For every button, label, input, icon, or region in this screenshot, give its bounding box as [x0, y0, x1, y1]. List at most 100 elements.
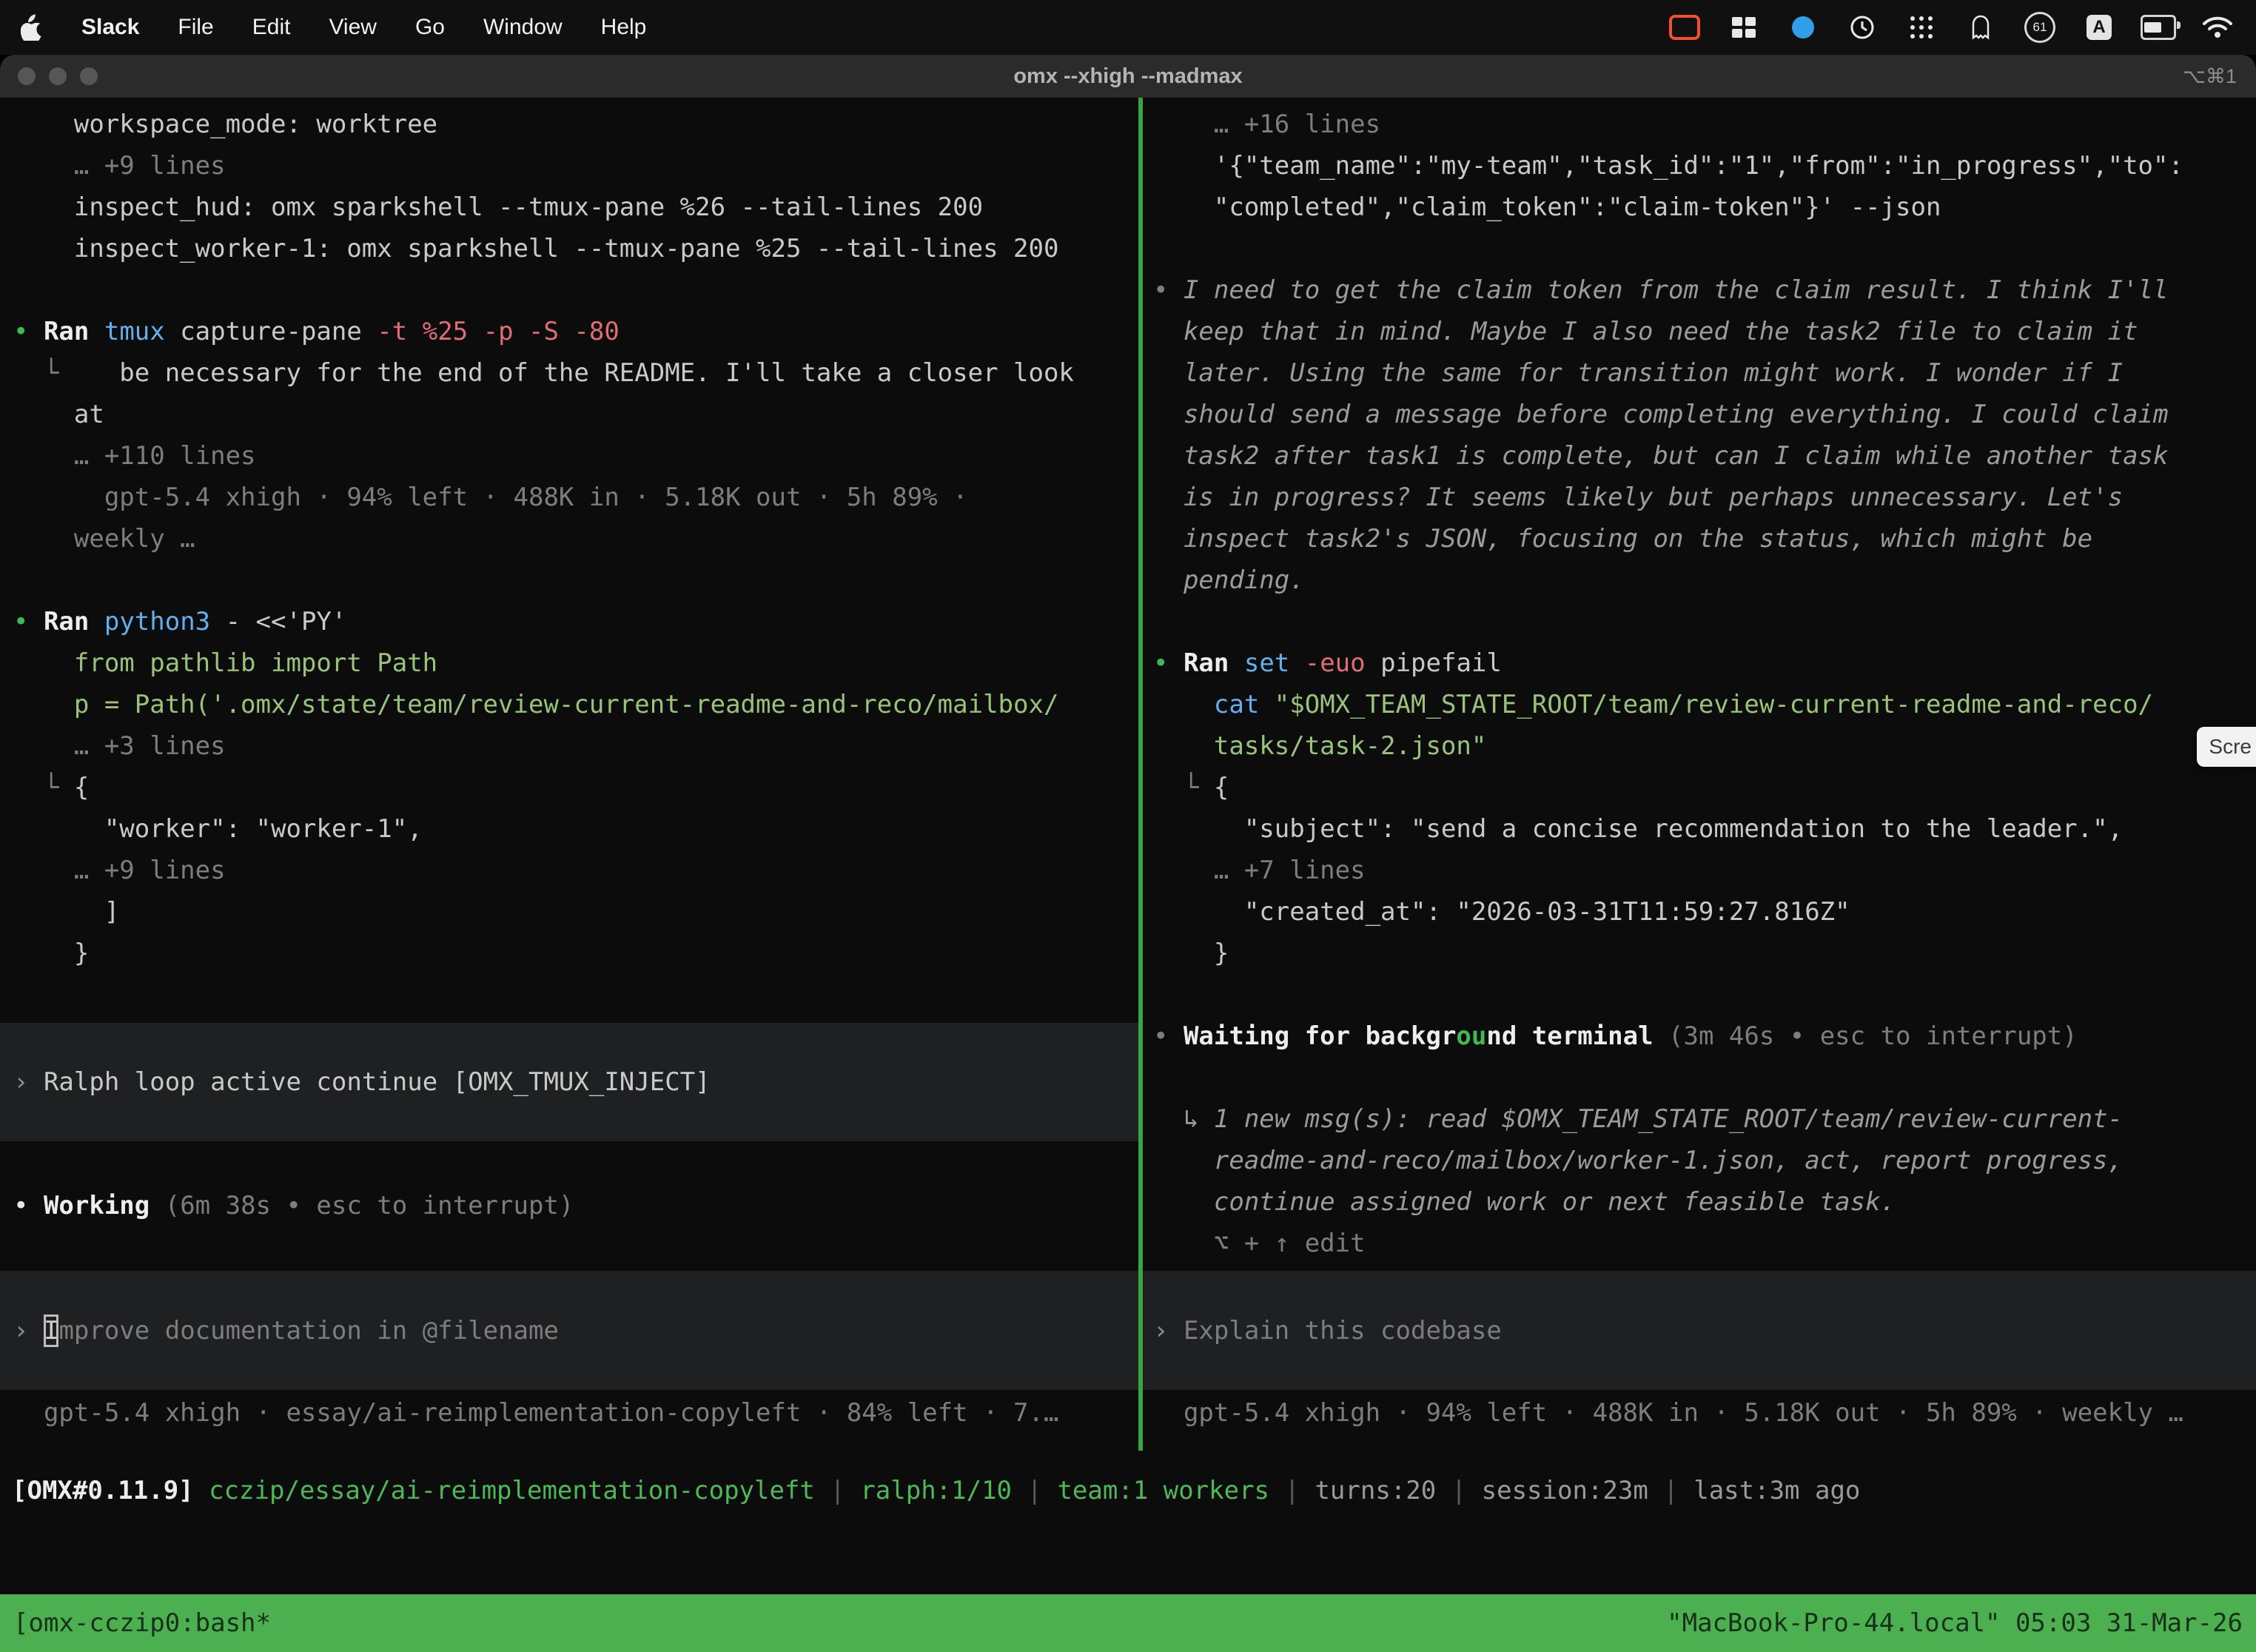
text-segment: … +9 lines	[13, 151, 226, 181]
terminal-line: "subject": "send a concise recommendatio…	[1143, 808, 2256, 850]
terminal-line: inspect_worker-1: omx sparkshell --tmux-…	[0, 228, 1138, 269]
menu-item-file[interactable]: File	[178, 15, 213, 40]
spacer	[1143, 1264, 2256, 1271]
window-manager-icon[interactable]	[1726, 10, 1762, 45]
close-button[interactable]	[18, 67, 36, 85]
menu-item-window[interactable]: Window	[483, 15, 563, 40]
text-segment: pending.	[1153, 565, 1305, 595]
text-segment: "worker": "worker-1",	[13, 814, 423, 844]
text-segment: ›	[1153, 1316, 1184, 1346]
minimize-button[interactable]	[49, 67, 67, 85]
menu-bar-status-icons: 61 A	[1667, 10, 2235, 45]
text-segment: -t %25 -p -S -80	[377, 317, 620, 346]
text-segment: |	[1648, 1476, 1693, 1505]
terminal-line: "created_at": "2026-03-31T11:59:27.816Z"	[1143, 891, 2256, 933]
terminal-line: gpt-5.4 xhigh · 94% left · 488K in · 5.1…	[0, 477, 1138, 518]
text-segment: ou	[1456, 1021, 1486, 1051]
prompt-input-right[interactable]: › Explain this codebase	[1143, 1271, 2256, 1390]
menu-item-help[interactable]: Help	[601, 15, 647, 40]
prompt-input-left[interactable]: › Improve documentation in @filename	[0, 1271, 1138, 1390]
text-segment: └	[13, 773, 74, 802]
terminal-line: ↳ 1 new msg(s): read $OMX_TEAM_STATE_ROO…	[1143, 1098, 2256, 1140]
text-segment: capture-pane	[180, 317, 377, 346]
terminal-line	[1143, 1057, 2256, 1098]
text-segment: … +7 lines	[1153, 856, 1366, 885]
terminal-line: inspect task2's JSON, focusing on the st…	[1143, 518, 2256, 560]
terminal-line: … +9 lines	[0, 850, 1138, 891]
text-segment: readme-and-reco/mailbox/worker-1.json, a…	[1153, 1146, 2123, 1175]
text-segment: ralph:1/10	[860, 1476, 1012, 1505]
text-segment: -euo	[1305, 648, 1380, 678]
menu-bar-left: Slack File Edit View Go Window Help	[21, 14, 646, 41]
text-segment: cat	[1214, 690, 1275, 719]
text-segment: •	[13, 607, 44, 637]
text-segment: … +110 lines	[13, 441, 256, 471]
text-segment: {	[1214, 773, 1229, 802]
right-pane[interactable]: … +16 lines '{"team_name":"my-team","tas…	[1143, 98, 2256, 1451]
text-segment: ›	[13, 1316, 44, 1346]
spacer	[0, 1226, 1138, 1271]
menu-item-view[interactable]: View	[329, 15, 376, 40]
text-segment: |	[1269, 1476, 1315, 1505]
zoom-button[interactable]	[80, 67, 98, 85]
text-segment: •	[13, 317, 44, 346]
window-titlebar[interactable]: omx --xhigh --madmax ⌥⌘1	[0, 55, 2256, 98]
terminal-line: … +110 lines	[0, 435, 1138, 477]
text-segment: gpt-5.4 xhigh · 94% left · 488K in · 5.1…	[1153, 1398, 2183, 1428]
left-pane[interactable]: workspace_mode: worktree … +9 lines insp…	[0, 98, 1138, 1451]
terminal-line: readme-and-reco/mailbox/worker-1.json, a…	[1143, 1140, 2256, 1181]
wifi-icon[interactable]	[2200, 10, 2235, 45]
text-segment: (3m 46s • esc to interrupt)	[1668, 1021, 2078, 1051]
terminal-line: at	[0, 394, 1138, 435]
apple-menu-icon[interactable]	[21, 14, 43, 41]
text-segment: python3	[104, 607, 226, 637]
spacer	[0, 1141, 1138, 1185]
text-segment: tmux	[104, 317, 180, 346]
text-segment: - <<'PY'	[226, 607, 347, 637]
omx-status-line: [OMX#0.11.9] cczip/essay/ai-reimplementa…	[0, 1470, 2256, 1511]
app-grid-icon[interactable]	[1904, 10, 1939, 45]
terminal-line: p = Path('.omx/state/team/review-current…	[0, 684, 1138, 725]
terminal-line: └ {	[0, 767, 1138, 808]
screen-recording-icon[interactable]	[1667, 10, 1702, 45]
terminal-line: keep that in mind. Maybe I also need the…	[1143, 311, 2256, 352]
text-segment: set	[1244, 648, 1305, 678]
ghost-icon[interactable]	[1963, 10, 1998, 45]
text-segment: Working	[44, 1191, 165, 1220]
text-segment: I	[44, 1314, 58, 1347]
terminal-line: tasks/task-2.json"	[1143, 725, 2256, 767]
text-segment: ↳ 1 new msg(s): read $OMX_TEAM_STATE_ROO…	[1153, 1104, 2123, 1134]
gauge-icon[interactable]: 61	[2022, 10, 2058, 45]
terminal-line: … +9 lines	[0, 145, 1138, 187]
text-segment: continue assigned work or next feasible …	[1153, 1187, 1896, 1217]
input-source-icon[interactable]: A	[2081, 10, 2117, 45]
terminal-line: "completed","claim_token":"claim-token"}…	[1143, 187, 2256, 228]
menu-item-edit[interactable]: Edit	[252, 15, 291, 40]
text-segment: keep that in mind. Maybe I also need the…	[1153, 317, 2138, 346]
menu-item-go[interactable]: Go	[415, 15, 445, 40]
terminal-line: • Ran python3 - <<'PY'	[0, 601, 1138, 642]
terminal-line: later. Using the same for transition mig…	[1143, 352, 2256, 394]
text-segment: |	[1436, 1476, 1481, 1505]
battery-icon[interactable]	[2141, 10, 2176, 45]
text-segment: Waiting for backgr	[1184, 1021, 1456, 1051]
clock-icon[interactable]	[1844, 10, 1880, 45]
text-segment: "$OMX_TEAM_STATE_ROOT/team/review-curren…	[1275, 690, 2153, 719]
blue-app-icon[interactable]	[1785, 10, 1821, 45]
terminal-line	[0, 269, 1138, 311]
text-segment: inspect_worker-1: omx sparkshell --tmux-…	[13, 234, 1058, 263]
text-segment: task2 after task1 is complete, but can I…	[1153, 441, 2168, 471]
terminal-line: └ be necessary for the end of the README…	[0, 352, 1138, 394]
text-segment: Explain this codebase	[1184, 1316, 1502, 1346]
terminal-line: workspace_mode: worktree	[0, 104, 1138, 145]
screenshot-tooltip[interactable]: Scre	[2197, 727, 2256, 767]
active-app-menu[interactable]: Slack	[81, 15, 139, 40]
text-segment: •	[13, 1191, 44, 1220]
text-segment: team:1 workers	[1057, 1476, 1269, 1505]
text-segment: |	[815, 1476, 860, 1505]
text-segment: gpt-5.4 xhigh · essay/ai-reimplementatio…	[13, 1398, 1058, 1428]
text-segment: '{"team_name":"my-team","task_id":"1","f…	[1153, 151, 2183, 181]
text-segment: p = Path('.omx/state/team/review-current…	[13, 690, 1058, 719]
text-segment: └	[13, 358, 119, 388]
text-segment: └	[1153, 773, 1214, 802]
